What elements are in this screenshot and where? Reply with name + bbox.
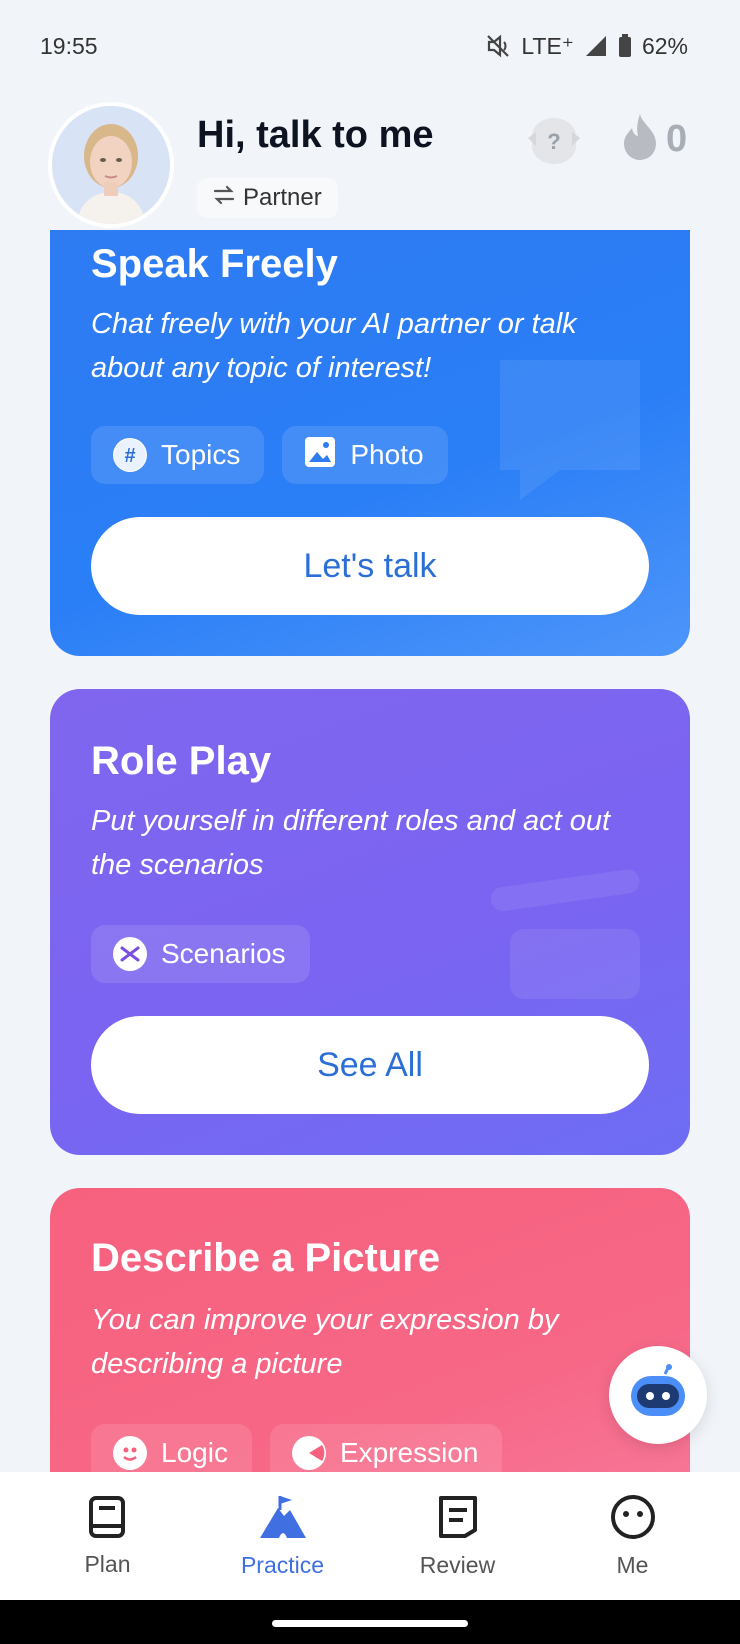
lets-talk-button[interactable]: Let's talk xyxy=(91,517,649,615)
nav-me[interactable]: Me xyxy=(558,1494,708,1579)
nav-plan[interactable]: Plan xyxy=(33,1495,183,1578)
chip-label: Scenarios xyxy=(161,938,286,969)
streak-counter[interactable]: 0 xyxy=(618,112,687,167)
nav-label: Review xyxy=(419,1551,496,1578)
help-icon[interactable]: ? xyxy=(526,116,582,168)
describe-picture-card[interactable]: Describe a Picture You can improve your … xyxy=(50,1188,690,1472)
ai-assistant-button[interactable] xyxy=(609,1346,707,1444)
roleplay-chips: Scenarios xyxy=(91,925,310,983)
swap-icon xyxy=(213,184,235,212)
logic-icon xyxy=(113,1436,147,1470)
nav-label: Plan xyxy=(84,1550,131,1577)
svg-text:?: ? xyxy=(547,129,560,154)
card-description: You can improve your expression by descr… xyxy=(91,1304,559,1380)
battery-percent: 62% xyxy=(641,32,688,59)
chip-label: Logic xyxy=(161,1437,228,1468)
gesture-bar xyxy=(0,1600,740,1644)
expression-chip[interactable]: Expression xyxy=(269,1424,503,1472)
status-indicators: LTE⁺ 62% xyxy=(485,33,688,60)
speak-chips: # Topics Photo xyxy=(91,426,448,484)
robot-icon xyxy=(625,1363,691,1427)
practice-list[interactable]: Speak Freely Chat freely with your AI pa… xyxy=(0,230,740,1472)
scenarios-chip[interactable]: Scenarios xyxy=(91,925,310,983)
smiley-icon xyxy=(610,1494,656,1546)
network-label: LTE⁺ xyxy=(521,32,574,59)
nav-practice[interactable]: Practice xyxy=(208,1494,358,1579)
logic-chip[interactable]: Logic xyxy=(91,1424,252,1472)
status-time: 19:55 xyxy=(40,32,98,59)
flame-icon xyxy=(618,112,662,167)
mountain-flag-icon xyxy=(258,1494,308,1546)
page-title: Hi, talk to me xyxy=(197,114,434,156)
battery-icon xyxy=(618,34,632,58)
shuffle-icon xyxy=(113,937,147,971)
switch-partner-button[interactable]: Partner xyxy=(197,178,338,218)
chip-label: Photo xyxy=(350,439,424,470)
chip-label: Expression xyxy=(339,1437,479,1468)
bottom-nav: Plan Practice Review Me xyxy=(0,1472,740,1600)
card-title: Role Play xyxy=(91,739,272,783)
see-all-button[interactable]: See All xyxy=(91,1016,649,1114)
photo-chip[interactable]: Photo xyxy=(282,426,448,484)
status-bar: 19:55 LTE⁺ 62% xyxy=(0,0,740,92)
nav-label: Me xyxy=(616,1551,649,1578)
describe-chips: Logic Expression xyxy=(91,1424,503,1472)
expression-icon xyxy=(291,1436,326,1470)
header: Hi, talk to me Partner ? 0 xyxy=(0,96,740,232)
card-description: Put yourself in different roles and act … xyxy=(91,805,611,881)
home-gesture-handle[interactable] xyxy=(272,1620,468,1627)
card-title: Describe a Picture xyxy=(91,1236,441,1280)
mute-icon xyxy=(485,33,511,59)
nav-review[interactable]: Review xyxy=(383,1494,533,1579)
partner-label: Partner xyxy=(243,184,322,211)
image-icon xyxy=(304,436,336,475)
avatar[interactable] xyxy=(48,102,174,228)
nav-label: Practice xyxy=(240,1551,325,1578)
streak-count: 0 xyxy=(666,118,688,160)
card-description: Chat freely with your AI partner or talk… xyxy=(91,308,577,384)
topics-chip[interactable]: # Topics xyxy=(91,426,265,484)
role-play-card[interactable]: Role Play Put yourself in different role… xyxy=(50,689,690,1155)
svg-text:#: # xyxy=(124,445,135,467)
card-title: Speak Freely xyxy=(91,242,338,286)
chip-label: Topics xyxy=(161,439,241,470)
book-icon xyxy=(87,1495,129,1545)
signal-icon xyxy=(584,34,608,58)
hashtag-icon: # xyxy=(113,438,147,472)
speak-freely-card[interactable]: Speak Freely Chat freely with your AI pa… xyxy=(50,230,690,656)
review-note-icon xyxy=(437,1494,479,1546)
